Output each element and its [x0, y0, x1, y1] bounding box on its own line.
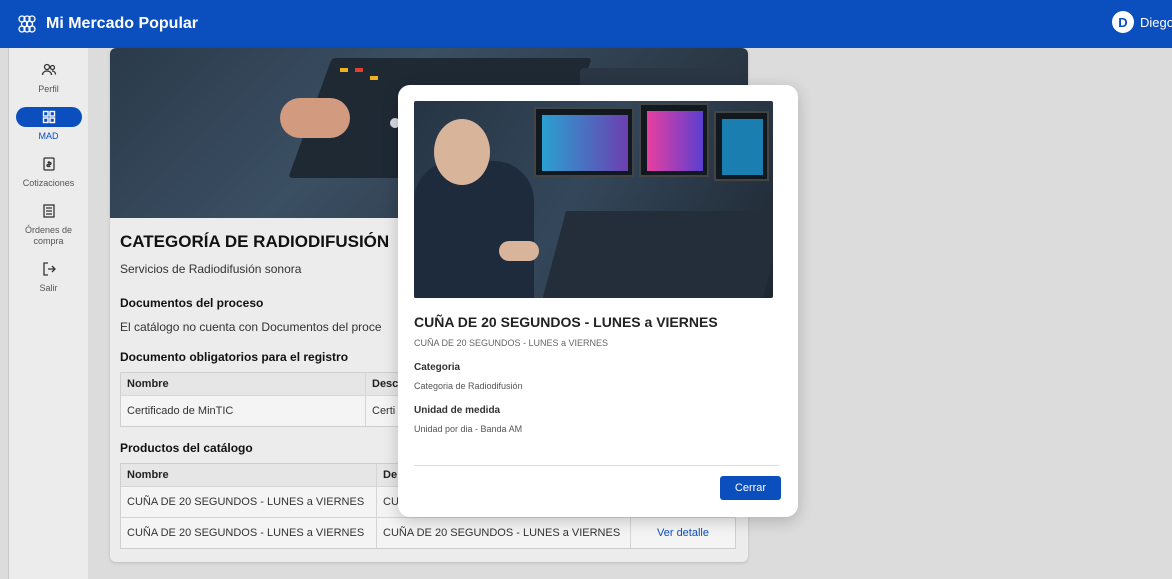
- product-image: [414, 101, 773, 298]
- sidebar: Perfil MAD Cotizaciones Órdenes de compr…: [8, 48, 88, 579]
- sidebar-item-mad[interactable]: MAD: [9, 107, 88, 142]
- category-value: Categoria de Radiodifusión: [414, 381, 523, 391]
- table-cell: CUÑA DE 20 SEGUNDOS - LUNES a VIERNES: [377, 518, 631, 548]
- sidebar-item-label: MAD: [38, 131, 59, 141]
- unit-label: Unidad de medida: [414, 405, 501, 416]
- user-menu[interactable]: D Diego: [1112, 11, 1172, 33]
- sidebar-item-cotizaciones[interactable]: Cotizaciones: [9, 154, 88, 189]
- table-cell: CUÑA DE 20 SEGUNDOS - LUNES a VIERNES: [121, 487, 377, 517]
- user-name[interactable]: Diego: [1140, 15, 1172, 30]
- table-cell: Certificado de MinTIC: [121, 396, 366, 426]
- sidebar-item-ordenes[interactable]: Órdenes de compra: [9, 201, 88, 247]
- modal-title: CUÑA DE 20 SEGUNDOS - LUNES a VIERNES: [414, 314, 718, 330]
- table-header: Nombre: [121, 464, 377, 486]
- table-cell: CUÑA DE 20 SEGUNDOS - LUNES a VIERNES: [121, 518, 377, 548]
- table-header: Nombre: [121, 373, 366, 395]
- list-icon: [39, 201, 59, 221]
- sidebar-item-label: Perfil: [38, 84, 59, 94]
- document-icon: [39, 154, 59, 174]
- sidebar-item-salir[interactable]: Salir: [9, 259, 88, 294]
- sidebar-item-perfil[interactable]: Perfil: [9, 60, 88, 95]
- top-bar: Mi Mercado Popular D Diego: [0, 0, 1172, 48]
- sidebar-item-label: Órdenes de compra: [24, 225, 73, 246]
- unit-value: Unidad por dia - Banda AM: [414, 424, 523, 434]
- logout-icon: [39, 259, 59, 279]
- avatar[interactable]: D: [1112, 11, 1134, 33]
- modal-subtitle: CUÑA DE 20 SEGUNDOS - LUNES a VIERNES: [414, 338, 609, 348]
- table-cell: Certi: [372, 405, 396, 417]
- brand-logo-icon: [18, 15, 36, 33]
- category-label: Categoria: [414, 362, 461, 373]
- user-group-icon: [39, 60, 59, 80]
- table-row: CUÑA DE 20 SEGUNDOS - LUNES a VIERNES CU…: [121, 517, 735, 548]
- modal-divider: [414, 465, 779, 466]
- sidebar-item-label: Cotizaciones: [22, 178, 75, 188]
- product-detail-modal: CUÑA DE 20 SEGUNDOS - LUNES a VIERNES CU…: [398, 85, 798, 517]
- grid-icon: [15, 107, 82, 127]
- sidebar-item-label: Salir: [39, 283, 58, 293]
- brand-name: Mi Mercado Popular: [46, 15, 199, 32]
- close-button[interactable]: Cerrar: [720, 476, 781, 500]
- view-detail-link[interactable]: Ver detalle: [631, 518, 735, 548]
